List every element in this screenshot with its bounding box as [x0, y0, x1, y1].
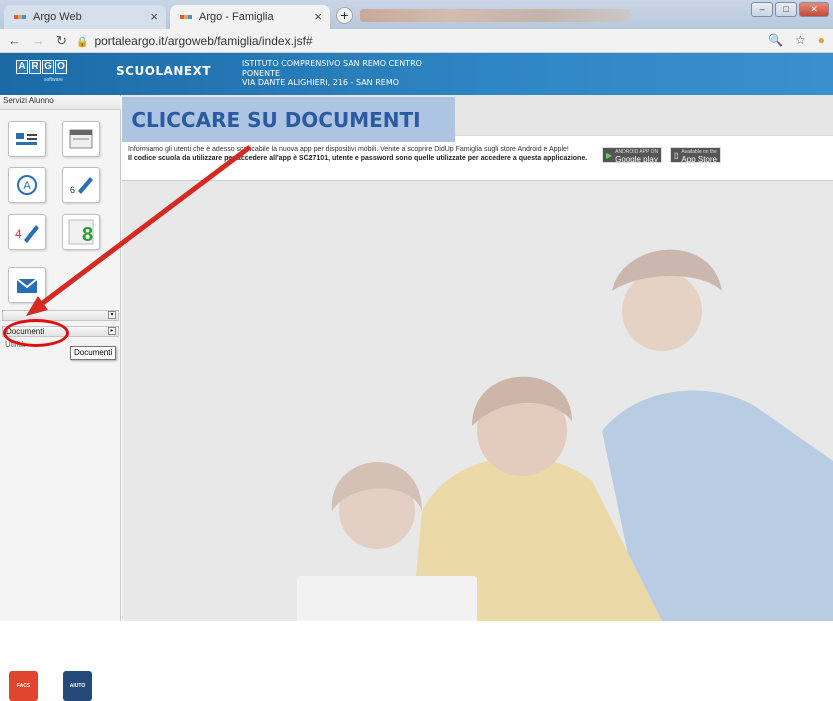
zoom-icon[interactable]: 🔍 [768, 33, 783, 47]
window-controls: – □ ✕ [751, 2, 829, 17]
google-play-badge[interactable]: ▶ ANDROID APP ON Google play [602, 147, 663, 164]
argo-logo: A R G O [16, 60, 67, 74]
profile-icon[interactable]: ● [818, 33, 825, 47]
play-icon: ▶ [606, 150, 613, 160]
close-window-button[interactable]: ✕ [799, 2, 829, 17]
close-tab-icon[interactable]: × [150, 9, 158, 24]
logo-letter: A [16, 60, 28, 74]
family-illustration [122, 181, 833, 621]
highlight-circle [3, 319, 69, 347]
maximize-button[interactable]: □ [775, 2, 797, 17]
url-text: portaleargo.it/argoweb/famiglia/index.js… [94, 34, 313, 48]
argo-favicon-icon [14, 15, 26, 19]
aiuto-button[interactable]: AIUTO [63, 671, 92, 701]
address-bar: ← → ↻ 🔒 portaleargo.it/argoweb/famiglia/i… [0, 29, 833, 53]
tab-label: Argo Web [33, 11, 82, 23]
instruction-callout: CLICCARE SU DOCUMENTI [122, 97, 455, 142]
argo-favicon-icon [180, 15, 192, 19]
main-content: Informiamo gli utenti che è adesso scari… [122, 95, 833, 621]
logo-subtitle: software [44, 77, 63, 83]
bookmark-star-icon[interactable]: ☆ [795, 33, 806, 47]
blurred-tab [360, 9, 630, 22]
lock-icon: 🔒 [76, 37, 89, 48]
tab-argo-famiglia[interactable]: Argo - Famiglia × [170, 5, 330, 29]
back-icon[interactable]: ← [8, 33, 21, 48]
documenti-tooltip: Documenti [70, 346, 117, 360]
browser-actions: 🔍 ☆ ● [768, 33, 825, 47]
service-scrutinio-icon[interactable]: 8 [62, 214, 100, 250]
logo-letter: O [55, 60, 67, 74]
svg-text:6: 6 [70, 185, 75, 195]
app-header: A R G O software SCUOLANEXT ISTITUTO COM… [0, 53, 833, 95]
school-name-2: PONENTE [242, 68, 281, 78]
notice-line-1: Informiamo gli utenti che è adesso scari… [128, 146, 569, 153]
minimize-button[interactable]: – [751, 2, 773, 17]
apple-icon: ▯ [674, 150, 679, 160]
app-store-badge[interactable]: ▯ Available on the App Store [670, 147, 721, 164]
logo-letter: G [42, 60, 54, 74]
forward-icon[interactable]: → [32, 33, 45, 48]
logo-letter: R [29, 60, 41, 74]
service-voti-icon[interactable]: 6 [62, 167, 100, 203]
browser-tab-bar: Argo Web × Argo - Famiglia × + – □ ✕ [0, 0, 833, 29]
service-assenze-icon[interactable]: A [8, 167, 46, 203]
facs-label: FACS [16, 683, 31, 689]
expand-toggle-icon[interactable]: ▸ [108, 327, 116, 335]
service-messaggi-icon[interactable] [8, 267, 46, 303]
service-anagrafe-icon[interactable] [8, 121, 46, 157]
url-field[interactable]: 🔒 portaleargo.it/argoweb/famiglia/index.j… [76, 34, 313, 48]
school-info: ISTITUTO COMPRENSIVO SAN REMO CENTRO PON… [242, 59, 422, 88]
instruction-callout-text: CLICCARE SU DOCUMENTI [131, 107, 421, 132]
school-address: VIA DANTE ALIGHIERI, 216 - SAN REMO [242, 78, 400, 87]
tab-label: Argo - Famiglia [199, 11, 274, 23]
sidebar-title: Servizi Alunno [0, 96, 121, 110]
google-play-label: Google play [615, 155, 658, 164]
app-store-label: App Store [681, 155, 717, 164]
new-tab-button[interactable]: + [336, 7, 353, 24]
product-name: SCUOLANEXT [116, 64, 212, 78]
notice-line-2: Il codice scuola da utilizzare per acced… [128, 155, 588, 162]
close-tab-icon[interactable]: × [314, 9, 322, 24]
facs-button[interactable]: FACS [9, 671, 38, 701]
school-name: ISTITUTO COMPRENSIVO SAN REMO CENTRO [242, 59, 422, 68]
service-orario-icon[interactable] [62, 121, 100, 157]
svg-text:4: 4 [15, 227, 22, 241]
tab-argo-web[interactable]: Argo Web × [4, 5, 166, 29]
aiuto-label: AIUTO [69, 683, 86, 689]
svg-text:8: 8 [82, 224, 93, 245]
collapse-toggle-icon[interactable]: ▾ [108, 311, 116, 319]
service-note-icon[interactable]: 4 [8, 214, 46, 250]
section-bar-collapsed[interactable]: ▾ [2, 310, 119, 321]
reload-icon[interactable]: ↻ [56, 33, 67, 49]
svg-text:A: A [23, 180, 31, 192]
